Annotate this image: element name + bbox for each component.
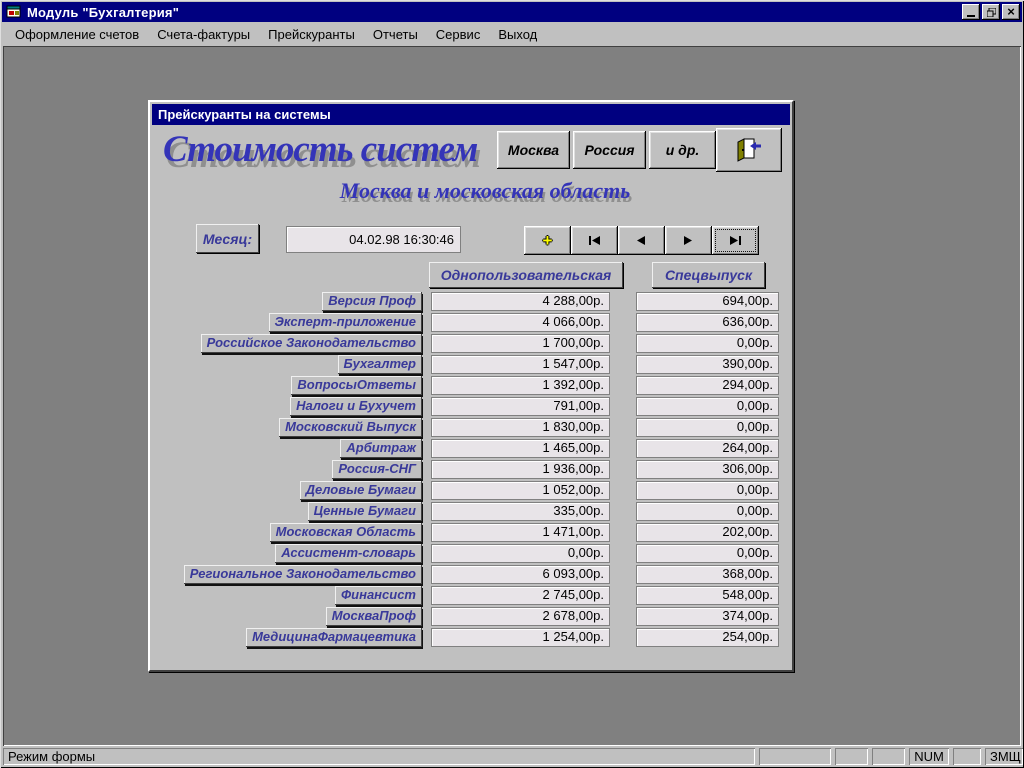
close-button[interactable]: × [1002, 4, 1020, 20]
table-row: МоскваПроф 2 678,00р. 374,00р. [150, 607, 792, 626]
price-single-field[interactable]: 6 093,00р. [431, 565, 610, 584]
price-single-field[interactable]: 1 052,00р. [431, 481, 610, 500]
table-row: Региональное Законодательство 6 093,00р. 3… [150, 565, 792, 584]
price-single-field[interactable]: 4 066,00р. [431, 313, 610, 332]
price-special-field[interactable]: 0,00р. [636, 544, 779, 563]
row-label: Россия-СНГ [332, 460, 422, 479]
status-panel-empty [953, 748, 981, 765]
price-special-field[interactable]: 368,00р. [636, 565, 779, 584]
table-row: Бухгалтер 1 547,00р. 390,00р. [150, 355, 792, 374]
menu-bar: Оформление счетов Счета-фактуры Прейскур… [2, 22, 1022, 46]
app-icon [6, 5, 21, 18]
table-row: Деловые Бумаги 1 052,00р. 0,00р. [150, 481, 792, 500]
status-panel-empty [835, 748, 868, 765]
price-special-field[interactable]: 0,00р. [636, 397, 779, 416]
row-label: МедицинаФармацевтика [246, 628, 422, 647]
price-special-field[interactable]: 636,00р. [636, 313, 779, 332]
row-label: Арбитраж [340, 439, 422, 458]
minimize-icon [967, 15, 975, 17]
table-row: Московская Область 1 471,00р. 202,00р. [150, 523, 792, 542]
price-special-field[interactable]: 374,00р. [636, 607, 779, 626]
table-row: Российское Законодательство 1 700,00р. 0,0… [150, 334, 792, 353]
row-label: Российское Законодательство [200, 334, 422, 353]
row-label: Ассистент-словарь [275, 544, 422, 563]
price-single-field[interactable]: 1 936,00р. [431, 460, 610, 479]
table-row: Россия-СНГ 1 936,00р. 306,00р. [150, 460, 792, 479]
menu-item-service[interactable]: Сервис [427, 24, 490, 45]
form-window: Прейскуранты на системы Стоимость систем… [148, 100, 794, 672]
table-row: Версия Проф 4 288,00р. 694,00р. [150, 292, 792, 311]
status-mode: Режим формы [3, 748, 755, 765]
row-label: Региональное Законодательство [183, 565, 422, 584]
menu-item-invoices[interactable]: Оформление счетов [6, 24, 148, 45]
table-row: Московский Выпуск 1 830,00р. 0,00р. [150, 418, 792, 437]
price-single-field[interactable]: 1 392,00р. [431, 376, 610, 395]
close-icon: × [1007, 4, 1015, 19]
price-rows: Версия Проф 4 288,00р. 694,00р. Эксперт-при… [150, 102, 792, 670]
status-bar: Режим формы NUM ЗМЩ [2, 747, 1022, 766]
price-single-field[interactable]: 2 745,00р. [431, 586, 610, 605]
row-label: Московский Выпуск [279, 418, 422, 437]
price-single-field[interactable]: 791,00р. [431, 397, 610, 416]
price-special-field[interactable]: 390,00р. [636, 355, 779, 374]
table-row: Эксперт-приложение 4 066,00р. 636,00р. [150, 313, 792, 332]
restore-icon [986, 7, 996, 17]
price-special-field[interactable]: 0,00р. [636, 502, 779, 521]
price-single-field[interactable]: 1 254,00р. [431, 628, 610, 647]
row-label: МоскваПроф [325, 607, 422, 626]
table-row: Ассистент-словарь 0,00р. 0,00р. [150, 544, 792, 563]
price-special-field[interactable]: 0,00р. [636, 418, 779, 437]
price-special-field[interactable]: 264,00р. [636, 439, 779, 458]
menu-item-reports[interactable]: Отчеты [364, 24, 427, 45]
price-special-field[interactable]: 0,00р. [636, 481, 779, 500]
status-num-lock: NUM [909, 748, 949, 765]
app-window: Модуль "Бухгалтерия" × Оформление счетов… [0, 0, 1024, 768]
status-panel-empty [872, 748, 905, 765]
price-special-field[interactable]: 694,00р. [636, 292, 779, 311]
row-label: Налоги и Бухучет [290, 397, 422, 416]
table-row: ВопросыОтветы 1 392,00р. 294,00р. [150, 376, 792, 395]
price-single-field[interactable]: 1 830,00р. [431, 418, 610, 437]
row-label: Бухгалтер [337, 355, 422, 374]
minimize-button[interactable] [962, 4, 980, 20]
price-single-field[interactable]: 2 678,00р. [431, 607, 610, 626]
menu-item-invoice-factures[interactable]: Счета-фактуры [148, 24, 259, 45]
price-special-field[interactable]: 306,00р. [636, 460, 779, 479]
title-bar: Модуль "Бухгалтерия" × [2, 2, 1022, 22]
status-scroll-lock: ЗМЩ [985, 748, 1023, 765]
menu-item-exit[interactable]: Выход [489, 24, 546, 45]
price-single-field[interactable]: 1 471,00р. [431, 523, 610, 542]
row-label: Деловые Бумаги [299, 481, 422, 500]
table-row: Ценные Бумаги 335,00р. 0,00р. [150, 502, 792, 521]
row-label: Версия Проф [322, 292, 422, 311]
price-special-field[interactable]: 294,00р. [636, 376, 779, 395]
row-label: ВопросыОтветы [291, 376, 422, 395]
row-label: Финансист [335, 586, 422, 605]
restore-button[interactable] [982, 4, 1000, 20]
price-special-field[interactable]: 0,00р. [636, 334, 779, 353]
mdi-area: Прейскуранты на системы Стоимость систем… [3, 46, 1021, 746]
price-special-field[interactable]: 548,00р. [636, 586, 779, 605]
table-row: Финансист 2 745,00р. 548,00р. [150, 586, 792, 605]
price-single-field[interactable]: 1 465,00р. [431, 439, 610, 458]
price-single-field[interactable]: 4 288,00р. [431, 292, 610, 311]
window-title: Модуль "Бухгалтерия" [27, 4, 180, 20]
row-label: Ценные Бумаги [307, 502, 422, 521]
price-single-field[interactable]: 1 547,00р. [431, 355, 610, 374]
price-single-field[interactable]: 0,00р. [431, 544, 610, 563]
price-special-field[interactable]: 254,00р. [636, 628, 779, 647]
menu-item-pricelists[interactable]: Прейскуранты [259, 24, 364, 45]
table-row: Арбитраж 1 465,00р. 264,00р. [150, 439, 792, 458]
table-row: МедицинаФармацевтика 1 254,00р. 254,00р. [150, 628, 792, 647]
price-single-field[interactable]: 1 700,00р. [431, 334, 610, 353]
price-special-field[interactable]: 202,00р. [636, 523, 779, 542]
status-panel-empty [759, 748, 831, 765]
row-label: Московская Область [269, 523, 422, 542]
table-row: Налоги и Бухучет 791,00р. 0,00р. [150, 397, 792, 416]
row-label: Эксперт-приложение [268, 313, 422, 332]
price-single-field[interactable]: 335,00р. [431, 502, 610, 521]
